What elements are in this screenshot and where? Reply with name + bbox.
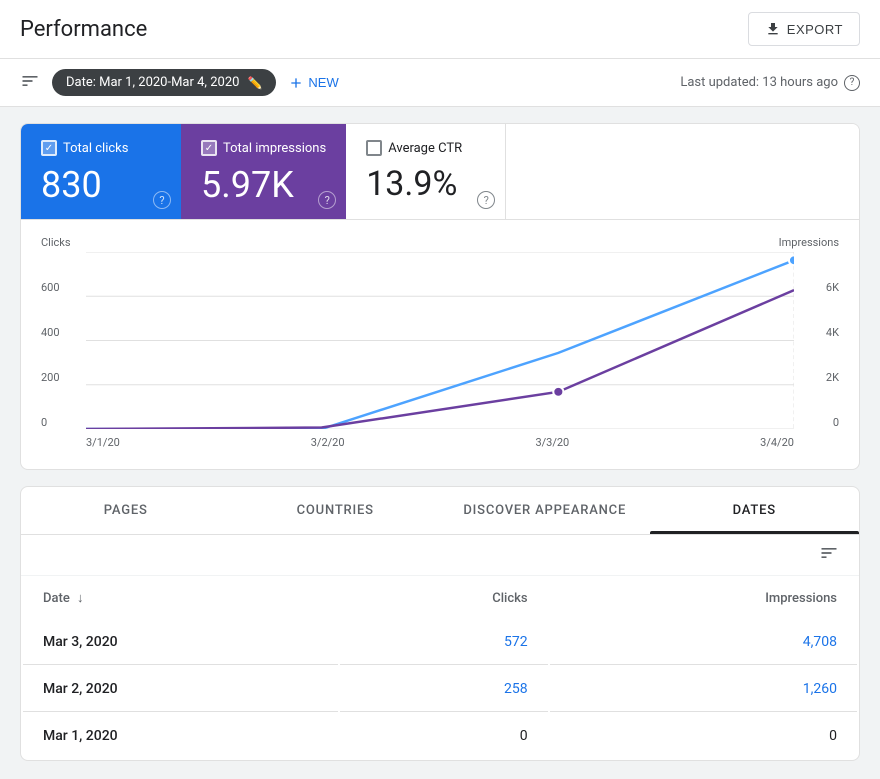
tab-pages[interactable]: PAGES — [21, 487, 231, 534]
tab-dates[interactable]: DATES — [650, 487, 860, 534]
y-axis-left-label: Clicks — [41, 236, 71, 249]
date-filter-label: Date: Mar 1, 2020-Mar 4, 2020 — [66, 75, 239, 90]
metrics-card: ✓ Total clicks 830 ? ✓ Total impressions — [20, 123, 860, 470]
total-impressions-checkbox[interactable]: ✓ — [201, 140, 217, 156]
edit-icon: ✏️ — [247, 76, 262, 90]
total-impressions-help-icon[interactable]: ? — [318, 191, 336, 209]
last-updated: Last updated: 13 hours ago ? — [680, 75, 860, 91]
x-label-3: 3/3/20 — [535, 436, 569, 449]
total-clicks-value: 830 — [41, 164, 161, 207]
metric-empty — [506, 124, 859, 219]
total-clicks-help-icon[interactable]: ? — [153, 191, 171, 209]
table-cell-date: Mar 3, 2020 — [23, 620, 338, 665]
new-button[interactable]: NEW — [288, 75, 338, 91]
chart-svg — [86, 252, 794, 429]
table-cell-impressions: 1,260 — [550, 667, 857, 712]
table-cell-date: Mar 2, 2020 — [23, 667, 338, 712]
metric-total-impressions: ✓ Total impressions 5.97K ? — [181, 124, 346, 219]
download-icon — [765, 21, 781, 37]
total-impressions-value: 5.97K — [201, 164, 326, 207]
col-header-clicks: Clicks — [340, 578, 547, 618]
tab-discover-appearance[interactable]: DISCOVER APPEARANCE — [440, 487, 650, 534]
x-label-2: 3/2/20 — [311, 436, 345, 449]
page-title: Performance — [20, 17, 147, 42]
average-ctr-label: Average CTR — [366, 140, 485, 156]
main-content: ✓ Total clicks 830 ? ✓ Total impressions — [0, 107, 880, 777]
header: Performance EXPORT — [0, 0, 880, 59]
toolbar: Date: Mar 1, 2020-Mar 4, 2020 ✏️ NEW Las… — [0, 59, 880, 107]
date-filter-pill[interactable]: Date: Mar 1, 2020-Mar 4, 2020 ✏️ — [52, 69, 276, 96]
export-button[interactable]: EXPORT — [748, 12, 860, 46]
col-header-date[interactable]: Date ↓ — [23, 578, 338, 618]
total-clicks-checkbox[interactable]: ✓ — [41, 140, 57, 156]
table-row: Mar 1, 202000 — [23, 714, 857, 758]
table-row: Mar 3, 20205724,708 — [23, 620, 857, 665]
page-container: Performance EXPORT Date: Mar 1, 2020-Mar… — [0, 0, 880, 779]
filter-rows-icon[interactable] — [819, 543, 839, 567]
y-axis-right-label: Impressions — [779, 236, 839, 249]
col-header-impressions: Impressions — [550, 578, 857, 618]
table-cell-clicks: 0 — [340, 714, 547, 758]
data-table: Date ↓ Clicks Impressions Mar 3, 2020572… — [21, 576, 859, 760]
plus-icon — [288, 75, 304, 91]
table-row: Mar 2, 20202581,260 — [23, 667, 857, 712]
table-toolbar — [21, 535, 859, 576]
table-card: PAGES COUNTRIES DISCOVER APPEARANCE DATE… — [20, 486, 860, 761]
table-cell-clicks: 258 — [340, 667, 547, 712]
table-cell-impressions: 4,708 — [550, 620, 857, 665]
metrics-row: ✓ Total clicks 830 ? ✓ Total impressions — [21, 124, 859, 219]
tab-countries[interactable]: COUNTRIES — [231, 487, 441, 534]
total-impressions-label: ✓ Total impressions — [201, 140, 326, 156]
x-label-1: 3/1/20 — [86, 436, 120, 449]
chart-area: Clicks 600 400 200 0 Impressions 6K 4K 2… — [21, 219, 859, 469]
metric-total-clicks: ✓ Total clicks 830 ? — [21, 124, 181, 219]
tab-bar: PAGES COUNTRIES DISCOVER APPEARANCE DATE… — [21, 487, 859, 535]
metric-average-ctr: Average CTR 13.9% ? — [346, 124, 506, 219]
average-ctr-checkbox[interactable] — [366, 140, 382, 156]
filter-icon[interactable] — [20, 71, 40, 95]
last-updated-help-icon[interactable]: ? — [844, 75, 860, 91]
table-cell-impressions: 0 — [550, 714, 857, 758]
table-cell-date: Mar 1, 2020 — [23, 714, 338, 758]
total-clicks-label: ✓ Total clicks — [41, 140, 161, 156]
average-ctr-value: 13.9% — [366, 164, 485, 205]
x-label-4: 3/4/20 — [760, 436, 794, 449]
sort-arrow-icon: ↓ — [77, 590, 84, 606]
average-ctr-help-icon[interactable]: ? — [477, 191, 495, 209]
toolbar-left: Date: Mar 1, 2020-Mar 4, 2020 ✏️ NEW — [20, 69, 339, 96]
table-cell-clicks: 572 — [340, 620, 547, 665]
